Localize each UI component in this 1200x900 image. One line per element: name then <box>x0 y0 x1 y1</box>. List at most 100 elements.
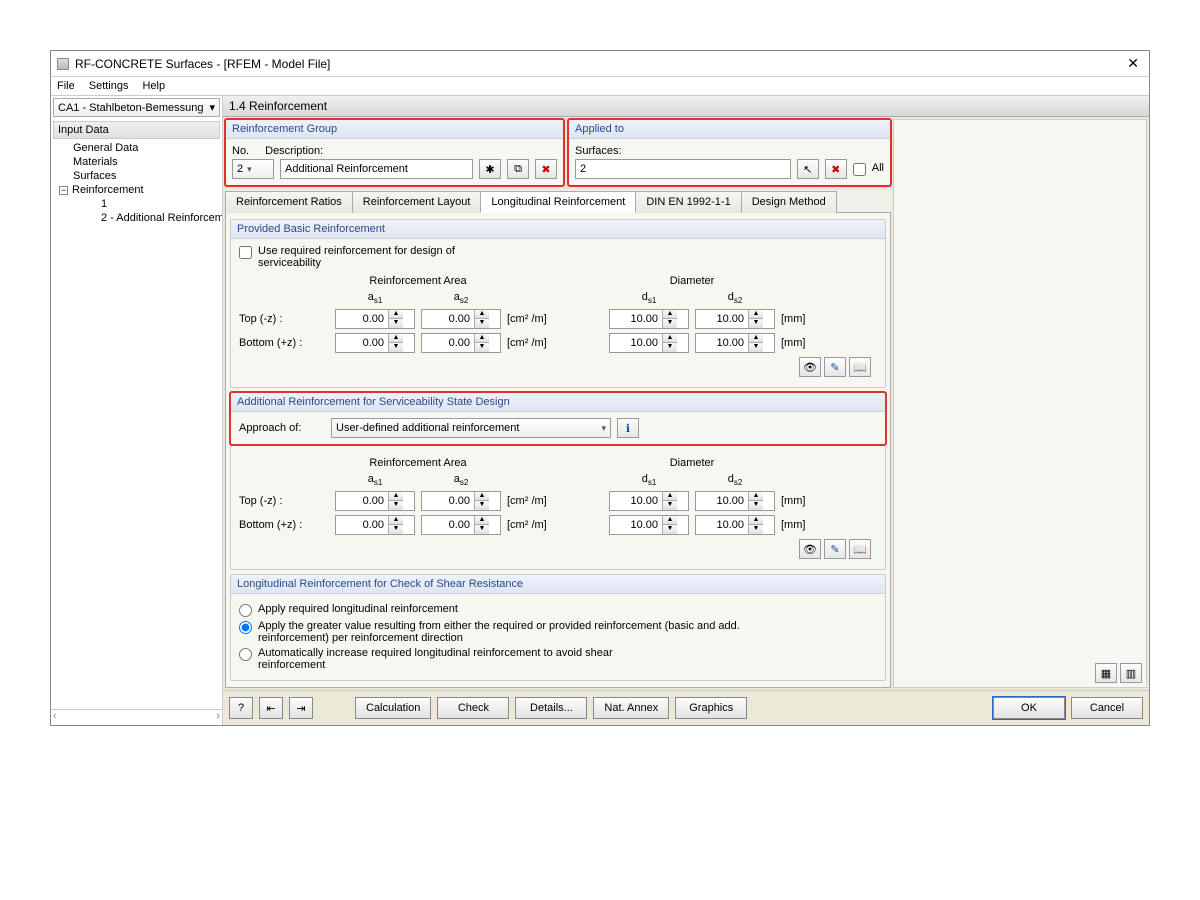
collapse-icon[interactable]: − <box>59 186 68 195</box>
all-checkbox[interactable]: All <box>853 162 884 176</box>
bot-as1-input[interactable]: ▲▼ <box>335 333 415 353</box>
dia-header: Diameter <box>609 275 775 287</box>
bot-ds2-input[interactable]: ▲▼ <box>695 333 775 353</box>
library-icon[interactable]: 📖 <box>849 357 871 377</box>
section-additional-reinf: Additional Reinforcement for Serviceabil… <box>230 392 886 445</box>
row-bot-label: Bottom (+z) : <box>239 337 329 349</box>
top-as2-input[interactable]: ▲▼ <box>421 309 501 329</box>
applied-title: Applied to <box>569 120 890 139</box>
shear-option-2[interactable]: Apply the greater value resulting from e… <box>239 620 877 644</box>
preview-mode-2-icon[interactable]: ▥ <box>1120 663 1142 683</box>
section-additional-values: Reinforcement Area Diameter as1 as2 <box>230 445 886 570</box>
group-title: Reinforcement Group <box>226 120 563 139</box>
tree-item-surfaces[interactable]: Surfaces <box>51 169 222 183</box>
tree-item-reinforcement[interactable]: −Reinforcement <box>51 183 222 197</box>
area-header: Reinforcement Area <box>335 275 501 287</box>
top-as1-input[interactable]: ▲▼ <box>335 309 415 329</box>
chevron-down-icon: ▾ <box>247 164 252 175</box>
tree-item-reinf-1[interactable]: 1 <box>51 197 222 211</box>
add-top-as2-input[interactable]: ▲▼ <box>421 491 501 511</box>
tab-layout[interactable]: Reinforcement Layout <box>352 191 482 213</box>
check-button[interactable]: Check <box>437 697 509 719</box>
bot-ds1-input[interactable]: ▲▼ <box>609 333 689 353</box>
shear-option-1[interactable]: Apply required longitudinal reinforcemen… <box>239 603 877 617</box>
tabstrip: Reinforcement Ratios Reinforcement Layou… <box>225 190 891 213</box>
page-title: 1.4 Reinforcement <box>223 96 1149 117</box>
shear-option-3[interactable]: Automatically increase required longitud… <box>239 647 877 671</box>
section-title: Additional Reinforcement for Serviceabil… <box>231 393 885 412</box>
ok-button[interactable]: OK <box>993 697 1065 719</box>
tab-standard[interactable]: DIN EN 1992-1-1 <box>635 191 741 213</box>
menubar: File Settings Help <box>51 77 1149 96</box>
chevron-down-icon: ▾ <box>209 101 215 114</box>
nat-annex-button[interactable]: Nat. Annex <box>593 697 669 719</box>
tab-design-method[interactable]: Design Method <box>741 191 837 213</box>
menu-settings[interactable]: Settings <box>89 80 129 92</box>
tree-item-reinf-2[interactable]: 2 - Additional Reinforcement <box>51 211 222 225</box>
approach-label: Approach of: <box>239 422 325 434</box>
add-bot-as2-input[interactable]: ▲▼ <box>421 515 501 535</box>
desc-label: Description: <box>265 145 323 157</box>
edit-icon[interactable]: ✎ <box>824 539 846 559</box>
top-ds2-input[interactable]: ▲▼ <box>695 309 775 329</box>
pick-surfaces-icon[interactable]: ↖ <box>797 159 819 179</box>
close-icon[interactable]: ✕ <box>1123 55 1143 72</box>
tab-ratios[interactable]: Reinforcement Ratios <box>225 191 353 213</box>
add-top-ds2-input[interactable]: ▲▼ <box>695 491 775 511</box>
tree-header: Input Data <box>53 121 220 139</box>
approach-select[interactable]: User-defined additional reinforcement▾ <box>331 418 611 438</box>
menu-file[interactable]: File <box>57 80 75 92</box>
navigator-panel: CA1 - Stahlbeton-Bemessung ▾ Input Data … <box>51 96 223 725</box>
info-icon[interactable]: ℹ <box>617 418 639 438</box>
window-title: RF-CONCRETE Surfaces - [RFEM - Model Fil… <box>75 57 1123 71</box>
library-icon[interactable]: 📖 <box>849 539 871 559</box>
navigator-tree: Input Data General Data Materials Surfac… <box>51 119 222 709</box>
use-required-checkbox[interactable]: Use required reinforcement for design of… <box>239 245 877 269</box>
graphics-button[interactable]: Graphics <box>675 697 747 719</box>
duplicate-icon[interactable]: ⧉ <box>507 159 529 179</box>
calculation-button[interactable]: Calculation <box>355 697 431 719</box>
tree-item-materials[interactable]: Materials <box>51 155 222 169</box>
new-group-icon[interactable]: ✱ <box>479 159 501 179</box>
eye-icon[interactable]: 👁 <box>799 357 821 377</box>
group-no-select[interactable]: 2▾ <box>232 159 274 179</box>
surfaces-label: Surfaces: <box>575 145 884 157</box>
group-reinforcement-group: Reinforcement Group No. Description: 2▾ <box>225 119 564 186</box>
design-case-select[interactable]: CA1 - Stahlbeton-Bemessung ▾ <box>53 98 220 117</box>
delete-icon[interactable]: ✖ <box>535 159 557 179</box>
add-bot-as1-input[interactable]: ▲▼ <box>335 515 415 535</box>
add-bot-ds2-input[interactable]: ▲▼ <box>695 515 775 535</box>
prev-icon[interactable]: ⇤ <box>259 697 283 719</box>
section-provided-basic: Provided Basic Reinforcement Use require… <box>230 219 886 388</box>
chevron-down-icon: ▾ <box>601 423 606 434</box>
cancel-button[interactable]: Cancel <box>1071 697 1143 719</box>
description-input[interactable] <box>280 159 473 179</box>
clear-surfaces-icon[interactable]: ✖ <box>825 159 847 179</box>
bot-as2-input[interactable]: ▲▼ <box>421 333 501 353</box>
add-top-as1-input[interactable]: ▲▼ <box>335 491 415 511</box>
app-icon <box>57 58 69 70</box>
preview-panel: ▦ ▥ <box>893 119 1147 688</box>
next-icon[interactable]: ⇥ <box>289 697 313 719</box>
details-button[interactable]: Details... <box>515 697 587 719</box>
tab-longitudinal[interactable]: Longitudinal Reinforcement <box>480 191 636 213</box>
tree-item-general[interactable]: General Data <box>51 141 222 155</box>
section-shear: Longitudinal Reinforcement for Check of … <box>230 574 886 681</box>
edit-icon[interactable]: ✎ <box>824 357 846 377</box>
row-top-label: Top (-z) : <box>239 313 329 325</box>
add-top-ds1-input[interactable]: ▲▼ <box>609 491 689 511</box>
add-bot-ds1-input[interactable]: ▲▼ <box>609 515 689 535</box>
group-applied-to: Applied to Surfaces: ↖ ✖ All <box>568 119 891 186</box>
design-case-label: CA1 - Stahlbeton-Bemessung <box>58 102 204 114</box>
preview-mode-1-icon[interactable]: ▦ <box>1095 663 1117 683</box>
titlebar: RF-CONCRETE Surfaces - [RFEM - Model Fil… <box>51 51 1149 77</box>
surfaces-input[interactable] <box>575 159 791 179</box>
tree-scrollbar[interactable]: ‹› <box>51 709 222 725</box>
dialog-window: RF-CONCRETE Surfaces - [RFEM - Model Fil… <box>50 50 1150 726</box>
menu-help[interactable]: Help <box>142 80 165 92</box>
section-title: Longitudinal Reinforcement for Check of … <box>231 575 885 594</box>
top-ds1-input[interactable]: ▲▼ <box>609 309 689 329</box>
section-title: Provided Basic Reinforcement <box>231 220 885 239</box>
eye-icon[interactable]: 👁 <box>799 539 821 559</box>
help-icon[interactable]: ? <box>229 697 253 719</box>
